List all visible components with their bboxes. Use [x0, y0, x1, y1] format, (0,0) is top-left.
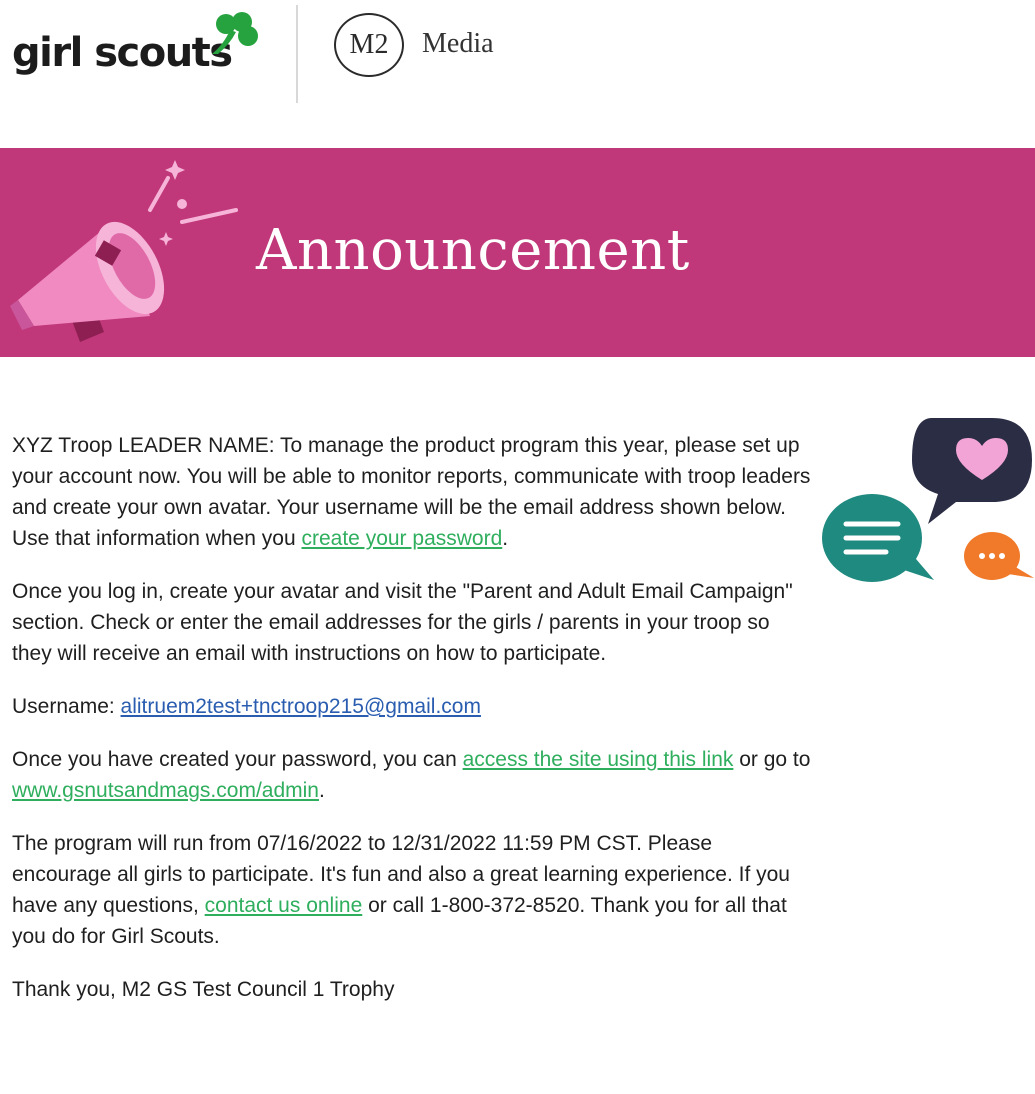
m2-media-wordmark: Media [422, 28, 494, 59]
program-dates-paragraph: The program will run from 07/16/2022 to … [12, 832, 790, 948]
create-password-link[interactable]: create your password [302, 527, 503, 550]
signoff-text: Thank you, M2 GS Test Council 1 Trophy [12, 978, 395, 1001]
message-body: XYZ Troop LEADER NAME: To manage the pro… [12, 430, 812, 1027]
username-email-link[interactable]: alitruem2test+tnctroop215@gmail.com [121, 695, 481, 718]
m2-logo-mark: M2 [334, 13, 404, 77]
intro-paragraph: XYZ Troop LEADER NAME: To manage the pro… [12, 434, 811, 550]
username-line: Username: alitruem2test+tnctroop215@gmai… [12, 691, 812, 722]
chat-bubbles-icon [822, 418, 1034, 582]
announcement-banner: Announcement [0, 148, 1035, 357]
header-divider [296, 5, 298, 103]
admin-site-link[interactable]: www.gsnutsandmags.com/admin [12, 779, 319, 802]
instructions-paragraph: Once you log in, create your avatar and … [12, 580, 793, 665]
email-header: girl scouts M2 Media [0, 0, 1035, 110]
access-paragraph: Once you have created your password, you… [12, 748, 811, 802]
girl-scouts-logo: girl scouts [12, 30, 233, 76]
trefoil-icon [212, 12, 258, 54]
megaphone-icon [10, 160, 238, 342]
username-label: Username: [12, 695, 121, 718]
access-site-link[interactable]: access the site using this link [463, 748, 734, 771]
banner-title: Announcement [256, 218, 690, 283]
contact-us-link[interactable]: contact us online [205, 894, 363, 917]
